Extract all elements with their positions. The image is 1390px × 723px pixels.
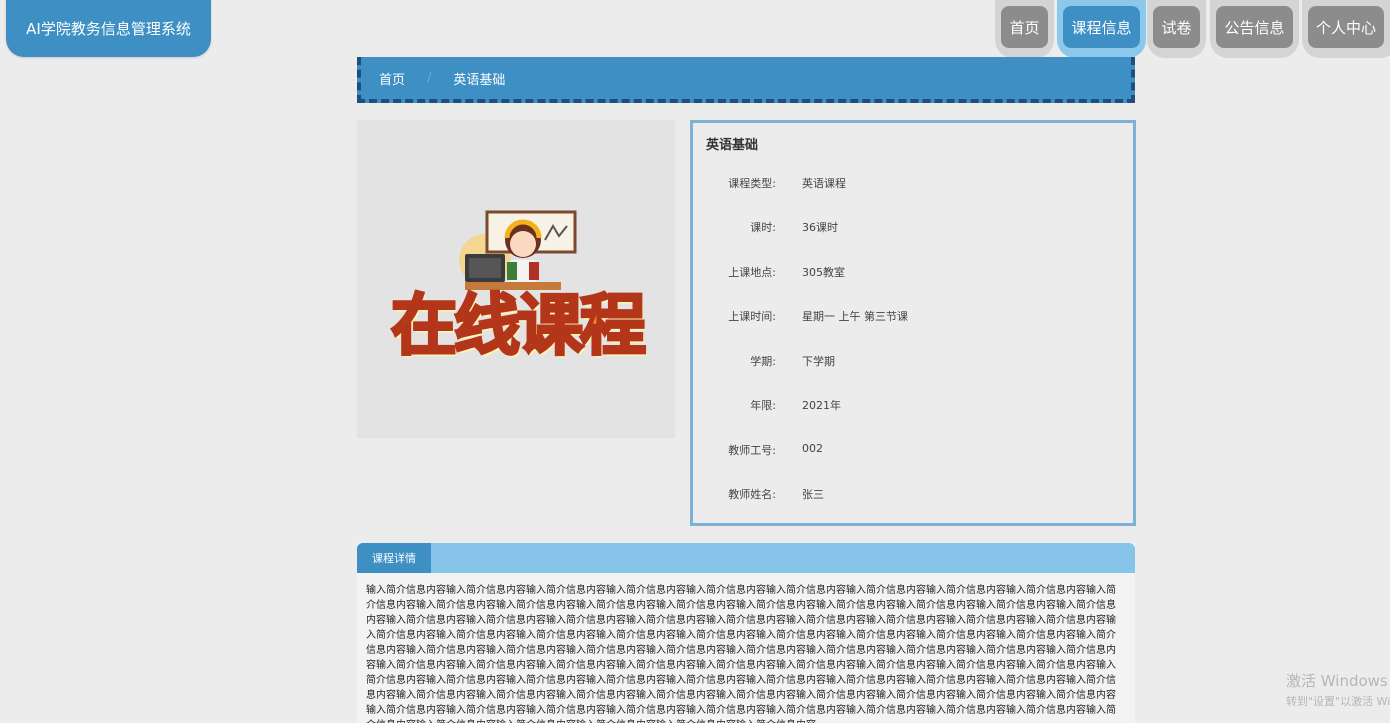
- info-label: 年限:: [750, 399, 776, 412]
- breadcrumb: 首页 / 英语基础: [357, 57, 1135, 103]
- tab-course-detail[interactable]: 课程详情: [357, 543, 431, 573]
- info-label: 上课时间:: [728, 310, 776, 323]
- info-value: 002: [802, 442, 823, 455]
- app-logo-title: AI学院教务信息管理系统: [6, 0, 211, 57]
- info-label: 教师姓名:: [728, 488, 776, 501]
- detail-header: 课程详情: [357, 543, 1135, 573]
- course-image: 在线课程: [357, 120, 675, 438]
- info-label: 课程类型:: [728, 177, 776, 190]
- course-title: 英语基础: [706, 138, 759, 153]
- info-value: 36课时: [802, 221, 838, 234]
- nav-tab-label: 公告信息: [1216, 6, 1293, 48]
- info-label: 上课地点:: [728, 266, 776, 279]
- info-value: 2021年: [802, 399, 841, 412]
- nav-tab-announcements[interactable]: 公告信息: [1210, 0, 1299, 58]
- course-info-panel: 英语基础 课程类型: 英语课程 课时: 36课时 上课地点: 305教室 上课时…: [690, 120, 1136, 526]
- nav-tab-exam[interactable]: 试卷: [1147, 0, 1206, 58]
- course-detail-panel: 课程详情 输入简介信息内容输入简介信息内容输入简介信息内容输入简介信息内容输入简…: [357, 543, 1135, 723]
- info-value: 星期一 上午 第三节课: [802, 310, 908, 323]
- info-label: 教师工号:: [728, 444, 776, 457]
- nav-tab-home[interactable]: 首页: [995, 0, 1054, 58]
- info-value: 305教室: [802, 266, 845, 279]
- nav-tab-course-info[interactable]: 课程信息: [1057, 0, 1146, 58]
- watermark-line1: 激活 Windows: [1286, 672, 1388, 690]
- breadcrumb-separator: /: [427, 70, 432, 86]
- nav-tab-label: 课程信息: [1063, 6, 1140, 48]
- nav-tab-profile[interactable]: 个人中心: [1302, 0, 1390, 58]
- nav-tab-label: 首页: [1001, 6, 1048, 48]
- nav-tab-label: 试卷: [1153, 6, 1200, 48]
- info-label: 学期:: [750, 355, 776, 368]
- info-value: 英语课程: [802, 177, 846, 190]
- breadcrumb-current: 英语基础: [453, 72, 506, 88]
- info-label: 课时:: [750, 221, 776, 234]
- windows-activation-watermark: 激活 Windows 转到"设置"以激活 Windows。: [1286, 670, 1390, 709]
- course-detail-text: 输入简介信息内容输入简介信息内容输入简介信息内容输入简介信息内容输入简介信息内容…: [366, 585, 1116, 723]
- breadcrumb-home[interactable]: 首页: [379, 69, 405, 88]
- watermark-line2: 转到"设置"以激活 Windows。: [1286, 695, 1390, 708]
- info-value: 下学期: [802, 355, 835, 368]
- nav-tab-label: 个人中心: [1308, 6, 1384, 48]
- online-course-banner-text: 在线课程: [390, 286, 648, 366]
- info-value: 张三: [802, 488, 824, 501]
